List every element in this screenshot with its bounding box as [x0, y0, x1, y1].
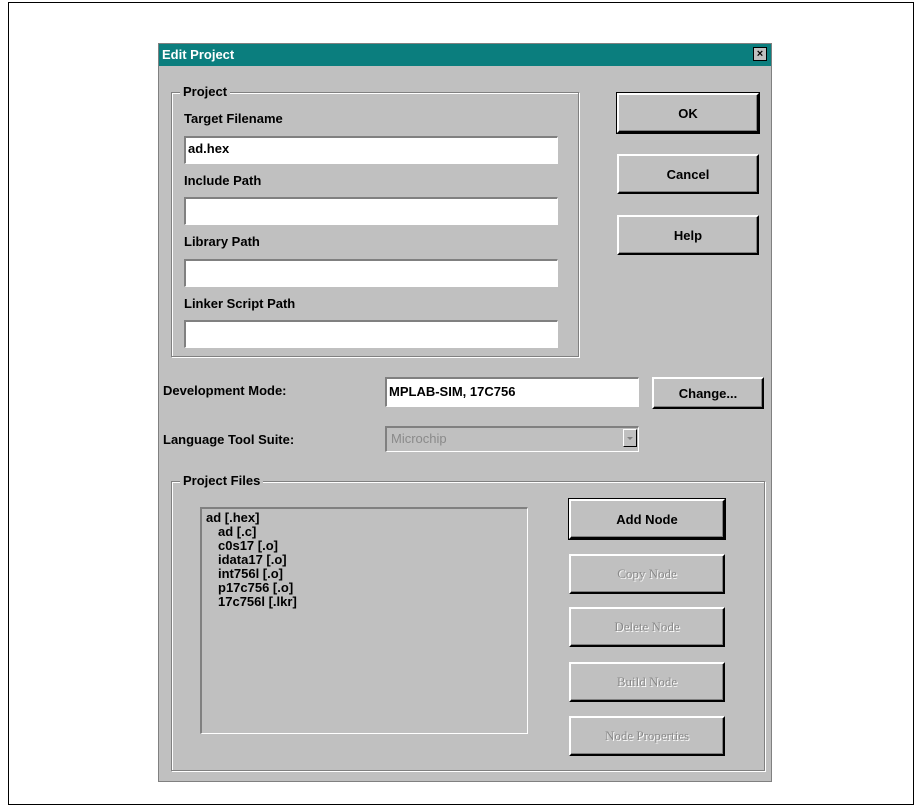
tree-node[interactable]: 17c756l [.lkr] [206, 595, 523, 609]
tree-node[interactable]: ad [.c] [206, 525, 523, 539]
change-button[interactable]: Change... [652, 377, 764, 409]
help-button[interactable]: Help [617, 215, 759, 255]
add-node-button[interactable]: Add Node [568, 498, 726, 540]
tree-node[interactable]: idata17 [.o] [206, 553, 523, 567]
include-path-label: Include Path [184, 173, 262, 188]
project-group: Project Target Filename ad.hex Include P… [171, 84, 579, 357]
ok-button[interactable]: OK [616, 92, 760, 134]
library-path-label: Library Path [184, 234, 260, 249]
tree-node[interactable]: int756l [.o] [206, 567, 523, 581]
library-path-field[interactable] [184, 259, 558, 287]
copy-node-button: Copy Node [569, 554, 725, 594]
node-properties-button: Node Properties [569, 716, 725, 756]
project-group-label: Project [180, 84, 231, 99]
language-tool-suite-label: Language Tool Suite: [163, 432, 295, 447]
title-bar[interactable]: Edit Project × [159, 44, 771, 66]
dialog-title: Edit Project [162, 47, 235, 62]
development-mode-field: MPLAB-SIM, 17C756 [385, 377, 639, 407]
close-icon[interactable]: × [753, 47, 767, 61]
cancel-button[interactable]: Cancel [617, 154, 759, 194]
linker-script-path-label: Linker Script Path [184, 296, 296, 311]
target-filename-label: Target Filename [184, 111, 283, 126]
tree-node[interactable]: p17c756 [.o] [206, 581, 523, 595]
language-tool-suite-value: Microchip [391, 431, 447, 446]
project-files-group-label: Project Files [180, 473, 264, 488]
include-path-field[interactable] [184, 197, 558, 225]
target-filename-field[interactable]: ad.hex [184, 136, 558, 164]
project-files-group: Project Files ad [.hex] ad [.c] c0s17 [.… [171, 473, 765, 771]
tree-node[interactable]: c0s17 [.o] [206, 539, 523, 553]
delete-node-button: Delete Node [569, 607, 725, 647]
build-node-button: Build Node [569, 662, 725, 702]
project-files-tree[interactable]: ad [.hex] ad [.c] c0s17 [.o] idata17 [.o… [200, 507, 528, 734]
chevron-down-icon[interactable] [623, 429, 637, 447]
linker-script-path-field[interactable] [184, 320, 558, 348]
development-mode-label: Development Mode: [163, 383, 287, 398]
language-tool-suite-select[interactable]: Microchip [385, 426, 639, 452]
edit-project-dialog: Edit Project × Project Target Filename a… [158, 43, 772, 782]
tree-node[interactable]: ad [.hex] [206, 511, 523, 525]
